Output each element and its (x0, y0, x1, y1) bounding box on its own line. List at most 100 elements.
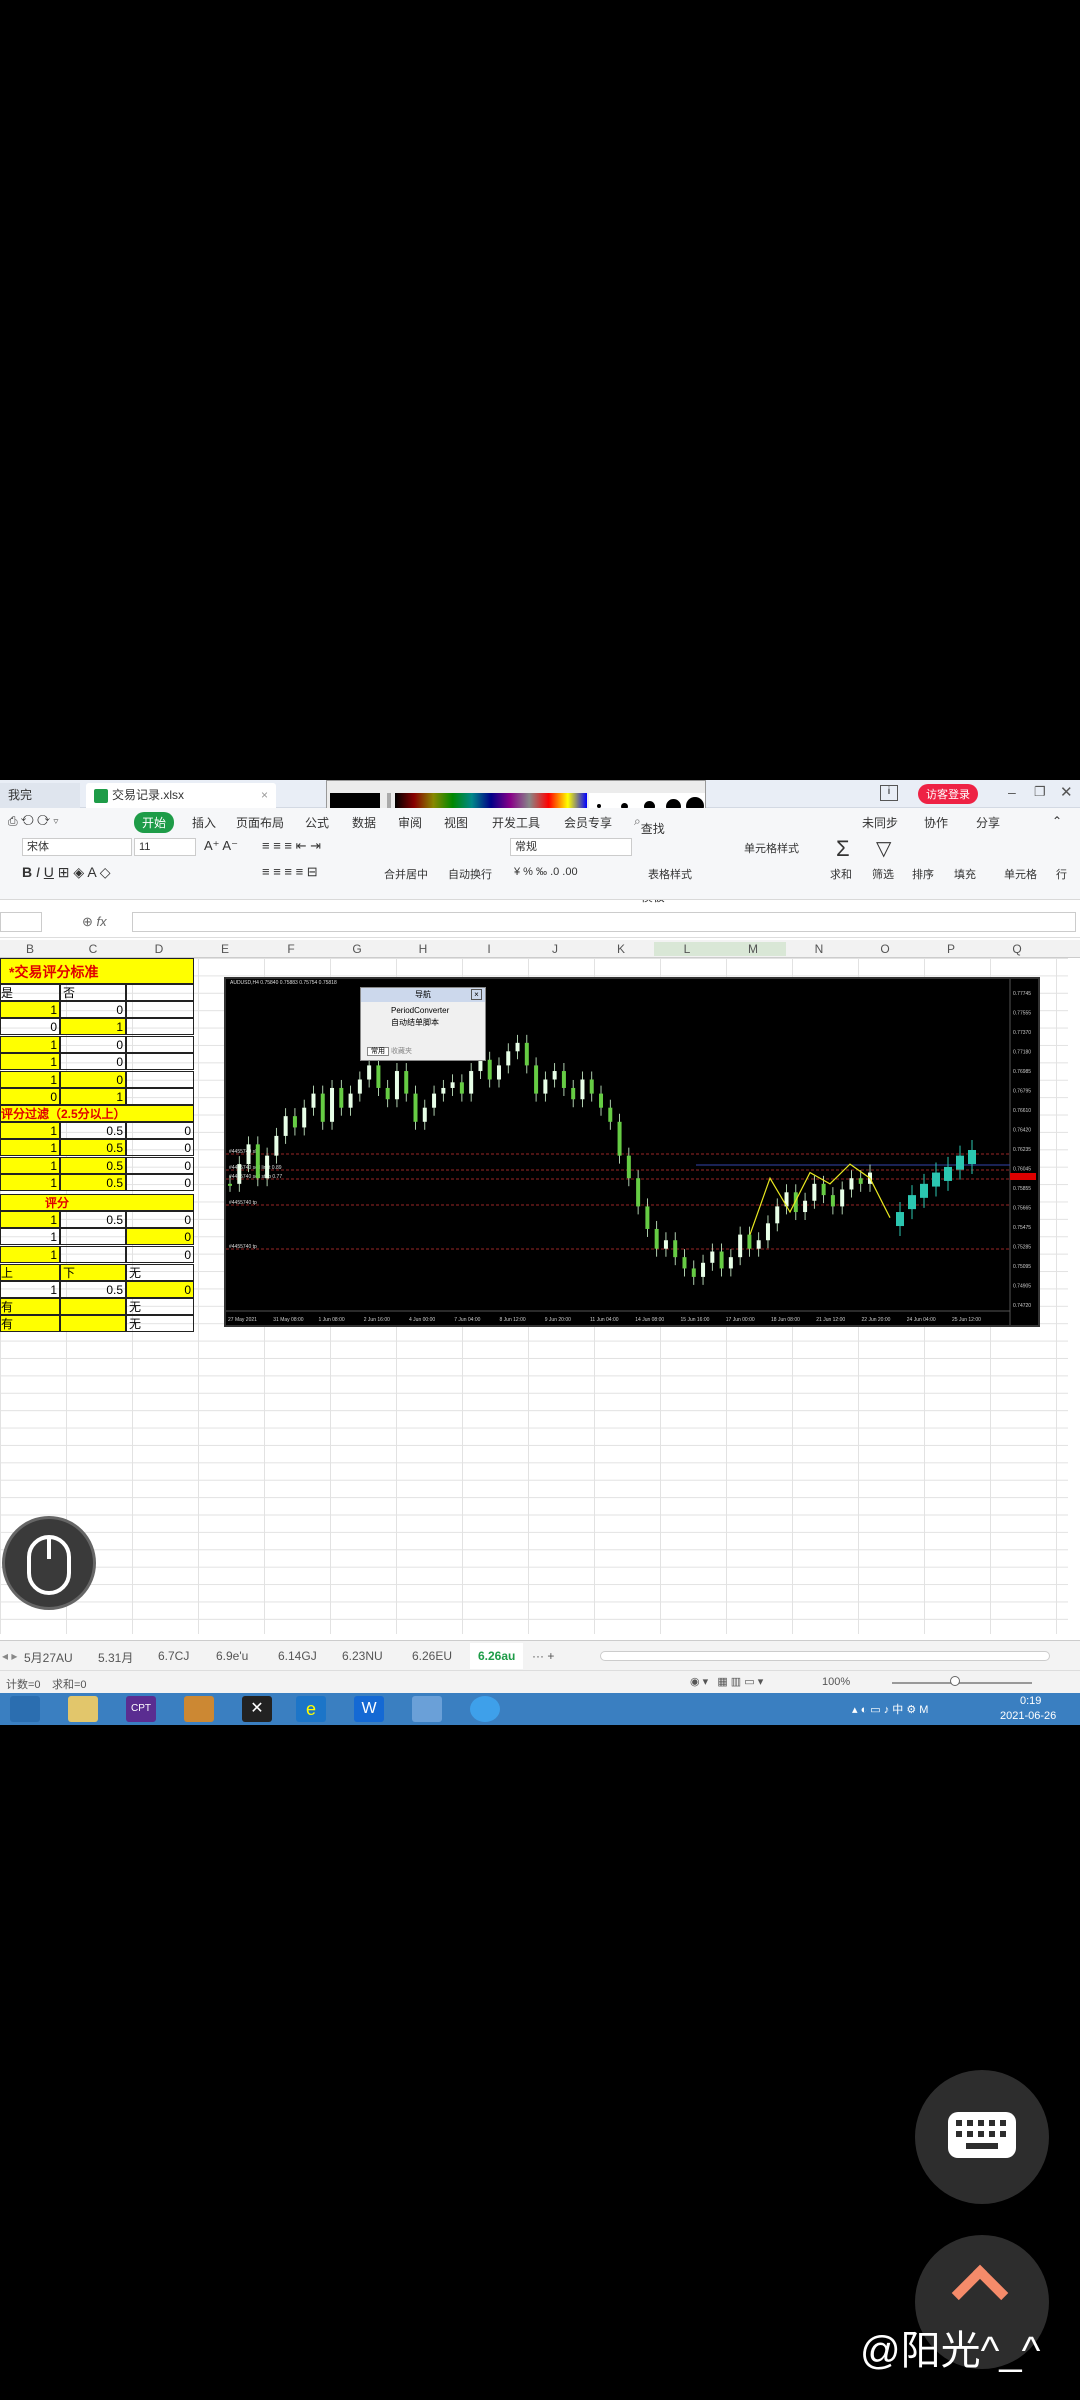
table-cell[interactable] (126, 1035, 194, 1053)
funnel-icon[interactable]: ▽ (876, 836, 891, 861)
collapse-ribbon-icon[interactable]: ⌃ (1052, 814, 1062, 828)
ie-icon[interactable]: e (296, 1696, 326, 1722)
nav-tab-favorites[interactable]: 收藏夹 (391, 1048, 412, 1055)
col-n[interactable]: N (786, 942, 852, 956)
table-cell[interactable]: 1 (0, 1139, 60, 1157)
table-cell[interactable]: 0 (126, 1122, 194, 1139)
table-cell[interactable]: 1 (0, 1245, 60, 1263)
cell-up[interactable]: 上 (0, 1264, 60, 1281)
col-i[interactable]: I (456, 942, 522, 956)
table-cell[interactable]: 0 (126, 1281, 194, 1298)
sheet-nav-icon[interactable]: ◂ ▸ (2, 1649, 17, 1663)
col-q[interactable]: Q (984, 942, 1050, 956)
col-g[interactable]: G (324, 942, 390, 956)
table-cell[interactable]: 1 (0, 1211, 60, 1228)
cell-have[interactable]: 有 (0, 1315, 60, 1332)
login-button[interactable]: 访客登录 (918, 784, 978, 804)
table-cell[interactable]: 1 (0, 1174, 60, 1192)
number-format-select[interactable]: 常规 (510, 838, 632, 856)
table-cell[interactable] (126, 1053, 194, 1071)
table-cell[interactable]: 1 (0, 1228, 60, 1246)
horizontal-scrollbar[interactable] (600, 1651, 1050, 1661)
table-cell[interactable]: 0.5 (60, 1139, 126, 1157)
table-cell[interactable]: 1 (0, 1070, 60, 1088)
col-o[interactable]: O (852, 942, 918, 956)
tab-vip[interactable]: 会员专享 (564, 814, 612, 831)
search-command[interactable]: ⌕ 查找命令、搜索模板 (634, 814, 665, 904)
cell-have[interactable]: 有 (0, 1298, 60, 1315)
align-icons[interactable]: ≡ ≡ ≡ ⇤ ⇥ (262, 838, 321, 854)
cell-none[interactable]: 无 (126, 1315, 194, 1332)
table-cell[interactable] (60, 1315, 126, 1332)
sheet-tab[interactable]: 6.7CJ (158, 1649, 189, 1663)
table-cell[interactable]: 0 (0, 1018, 60, 1036)
table-cell[interactable]: 0 (126, 1174, 194, 1192)
cell-none[interactable]: 无 (126, 1264, 194, 1281)
table-cell[interactable]: 0 (60, 1070, 126, 1088)
sigma-icon[interactable]: Σ (836, 836, 850, 862)
table-cell[interactable]: 0.5 (60, 1211, 126, 1228)
formula-input[interactable] (132, 912, 1076, 932)
sheet-tab[interactable]: 6.23NU (342, 1649, 383, 1663)
cell-down[interactable]: 下 (60, 1264, 126, 1281)
cell-style-button[interactable]: 单元格样式 (744, 840, 799, 856)
table-cell[interactable]: 0 (126, 1139, 194, 1157)
col-h[interactable]: H (390, 942, 456, 956)
table-cell[interactable] (126, 1001, 194, 1018)
table-cell[interactable] (126, 984, 194, 1001)
mouse-mode-button[interactable] (2, 1516, 96, 1610)
more-sheets-icon[interactable]: ··· + (532, 1649, 554, 1663)
table-cell[interactable] (126, 1088, 194, 1105)
tab-formula[interactable]: 公式 (305, 814, 329, 831)
table-cell[interactable] (60, 1228, 126, 1246)
table-cell[interactable]: 1 (0, 1122, 60, 1139)
table-cell[interactable]: 0.5 (60, 1281, 126, 1298)
navigator-item[interactable]: PeriodConverter (361, 1002, 485, 1015)
share-button[interactable]: 分享 (976, 814, 1000, 831)
navigator-item[interactable]: 自动结单脚本 (361, 1015, 485, 1028)
tab-data[interactable]: 数据 (352, 814, 376, 831)
sheet-tab[interactable]: 5.31月 (98, 1649, 133, 1666)
zoom-slider[interactable] (892, 1682, 1032, 1684)
table-cell[interactable]: 0 (0, 1088, 60, 1105)
tab-page-layout[interactable]: 页面布局 (236, 814, 284, 831)
app-icon[interactable] (470, 1696, 500, 1722)
sort-button[interactable]: 排序 (912, 866, 934, 882)
table-style-button[interactable]: 表格样式 (648, 866, 692, 882)
col-e[interactable]: E (192, 942, 258, 956)
close-window-icon[interactable]: ✕ (1060, 783, 1073, 801)
table-cell[interactable]: 0 (60, 1053, 126, 1071)
paint-icon[interactable] (412, 1696, 442, 1722)
table-cell[interactable] (126, 1070, 194, 1088)
table-cell[interactable]: 0 (126, 1156, 194, 1174)
sheet-tab-active[interactable]: 6.26au (470, 1643, 524, 1669)
reader-icon[interactable]: i (880, 785, 898, 801)
table-cell[interactable]: 0.5 (60, 1156, 126, 1174)
navigator-panel[interactable]: 导航 × PeriodConverter 自动结单脚本 常用 收藏夹 (360, 987, 486, 1061)
number-format-icons[interactable]: ¥ % ‰ .0 .00 (514, 866, 578, 878)
table-cell[interactable] (126, 1018, 194, 1036)
col-c[interactable]: C (60, 942, 126, 956)
font-grow-icon[interactable]: A⁺ A⁻ (204, 838, 238, 854)
table-cell[interactable] (60, 1245, 126, 1263)
format-icons[interactable]: B I U ⊞ ◈ A ◇ (22, 864, 111, 881)
section-filter-title[interactable]: 评分过滤（2.5分以上） (0, 1105, 194, 1122)
tab-home[interactable]: 开始 (134, 812, 175, 833)
table-cell[interactable]: 0 (60, 1035, 126, 1053)
minimize-icon[interactable]: – (1008, 784, 1016, 800)
table-cell[interactable]: 0 (126, 1245, 194, 1263)
tab-review[interactable]: 审阅 (398, 814, 422, 831)
table-cell[interactable]: 0 (60, 1001, 126, 1018)
close-tab-icon[interactable]: × (261, 783, 268, 808)
navigator-tabs[interactable]: 常用 收藏夹 (367, 1046, 412, 1056)
tab-active-file[interactable]: 交易记录.xlsx × (86, 783, 276, 808)
sheet-tab[interactable]: 5月27AU (24, 1649, 73, 1666)
wps-icon[interactable]: W (354, 1696, 384, 1722)
table-cell[interactable]: 1 (0, 1001, 60, 1018)
quick-access-icons[interactable]: ⎙ ⟲ ⟳ ▿ (8, 814, 58, 829)
filter-button[interactable]: 筛选 (872, 866, 894, 882)
table-cell[interactable]: 1 (0, 1035, 60, 1053)
zoom-slider-handle[interactable] (950, 1676, 960, 1686)
table-cell[interactable]: 1 (0, 1281, 60, 1298)
embedded-price-chart[interactable]: 0.77745 0.77555 0.77370 0.77180 0.76985 0.767… (224, 977, 1040, 1327)
